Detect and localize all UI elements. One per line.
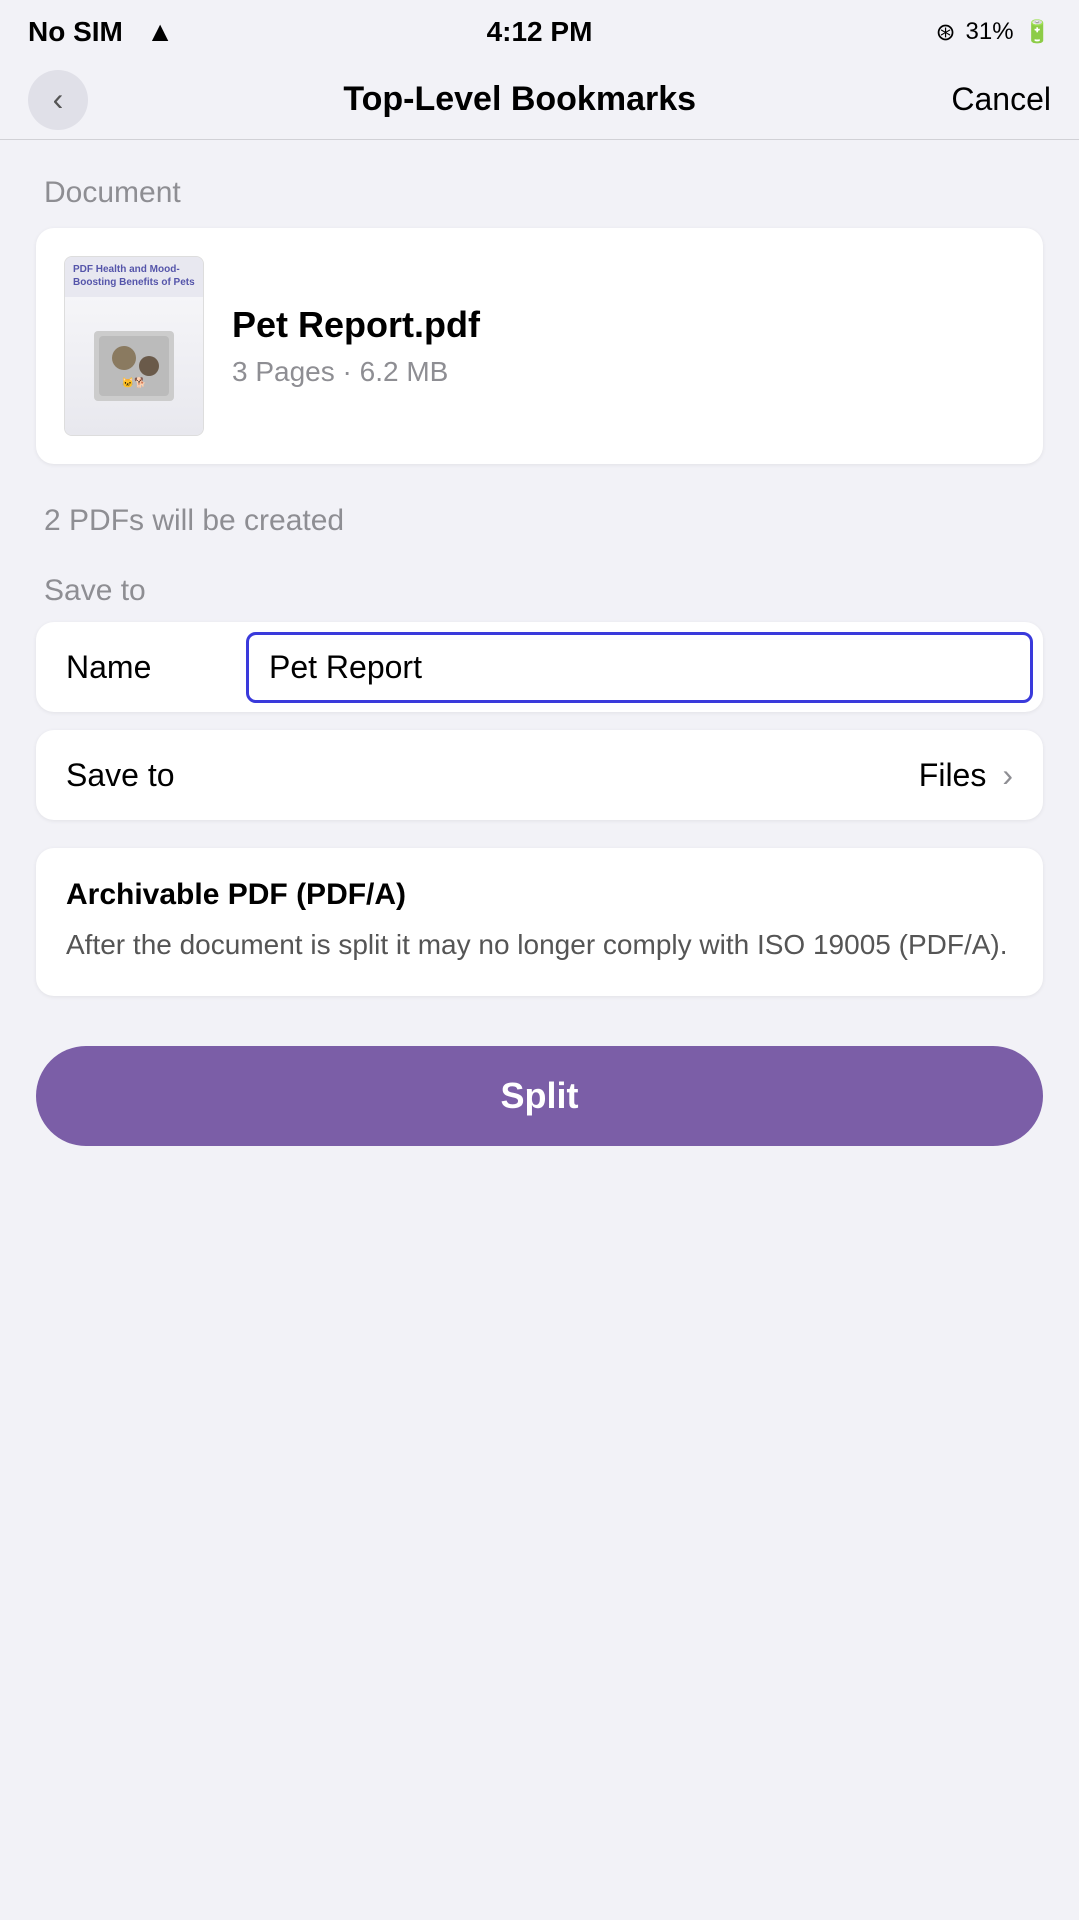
save-to-right: Files › (919, 757, 1013, 794)
split-button[interactable]: Split (36, 1046, 1043, 1146)
battery-label: 31% (966, 18, 1014, 46)
battery-icon: 🔋 (1024, 19, 1051, 45)
pdfs-created-info: 2 PDFs will be created (44, 504, 1043, 538)
name-input[interactable] (246, 632, 1033, 703)
pdf-thumbnail: PDF Health and Mood-Boosting Benefits of… (64, 256, 204, 436)
back-button[interactable]: ‹ (28, 70, 88, 130)
save-to-row[interactable]: Save to Files › (36, 730, 1043, 820)
save-to-label: Save to (66, 757, 175, 794)
nav-bar: ‹ Top-Level Bookmarks Cancel (0, 60, 1079, 140)
name-row: Name (36, 622, 1043, 712)
name-label: Name (36, 649, 236, 686)
chevron-right-icon: › (1002, 757, 1013, 794)
document-info: Pet Report.pdf 3 Pages · 6.2 MB (232, 304, 1015, 388)
wifi-icon: ▲ (146, 16, 174, 47)
pdf-thumb-image: 🐱🐕 (94, 331, 174, 401)
save-to-card[interactable]: Save to Files › (36, 730, 1043, 820)
main-content: Document PDF Health and Mood-Boosting Be… (0, 140, 1079, 1222)
document-section-label: Document (44, 176, 1043, 210)
nav-title: Top-Level Bookmarks (88, 80, 951, 119)
pdf-thumb-body: 🐱🐕 (65, 297, 203, 435)
document-card: PDF Health and Mood-Boosting Benefits of… (36, 228, 1043, 464)
cancel-button[interactable]: Cancel (951, 81, 1051, 118)
status-right: ⊛ 31% 🔋 (935, 18, 1051, 47)
warning-text: After the document is split it may no lo… (66, 924, 1013, 966)
carrier-label: No SIM ▲ (28, 16, 174, 48)
svg-text:🐱🐕: 🐱🐕 (122, 376, 147, 389)
warning-card: Archivable PDF (PDF/A) After the documen… (36, 848, 1043, 996)
pdf-thumb-header: PDF Health and Mood-Boosting Benefits of… (65, 257, 203, 297)
name-row-card: Name (36, 622, 1043, 712)
time-label: 4:12 PM (487, 16, 593, 48)
save-to-section-label: Save to (44, 574, 1043, 608)
name-input-wrapper (236, 632, 1043, 703)
warning-title: Archivable PDF (PDF/A) (66, 878, 1013, 912)
back-chevron-icon: ‹ (53, 81, 64, 118)
document-meta: 3 Pages · 6.2 MB (232, 356, 1015, 388)
document-name: Pet Report.pdf (232, 304, 1015, 346)
lock-icon: ⊛ (935, 18, 955, 47)
save-to-value: Files (919, 757, 987, 794)
status-bar: No SIM ▲ 4:12 PM ⊛ 31% 🔋 (0, 0, 1079, 60)
